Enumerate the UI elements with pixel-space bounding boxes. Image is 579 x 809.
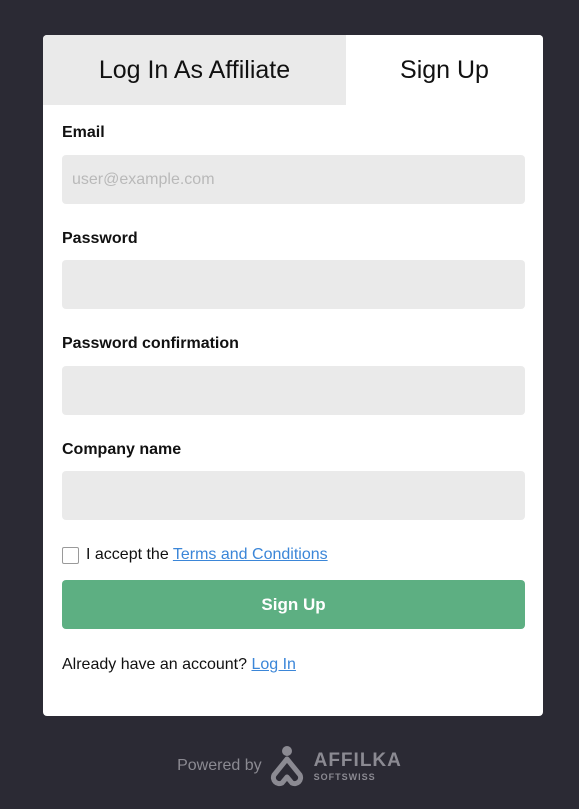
terms-checkbox[interactable] [62, 546, 79, 564]
terms-prefix: I accept the [86, 546, 169, 563]
login-prompt-text: Already have an account? [62, 656, 248, 673]
powered-by-text: Powered by [177, 757, 262, 774]
password-input[interactable] [62, 260, 525, 309]
tab-login-affiliate[interactable]: Log In As Affiliate [43, 35, 346, 105]
terms-row: I accept the Terms and Conditions [62, 545, 524, 565]
password-confirmation-field-group: Password confirmation [62, 335, 525, 415]
signup-card: Log In As Affiliate Sign Up Email Passwo… [43, 35, 543, 716]
password-confirmation-label: Password confirmation [62, 335, 239, 352]
brand-name: AFFILKA [313, 749, 402, 771]
company-name-input[interactable] [62, 471, 525, 520]
brand-subtitle: SOFTSWISS [313, 771, 376, 782]
brand-wordmark: AFFILKA SOFTSWISS [314, 751, 402, 782]
terms-text: I accept the Terms and Conditions [86, 546, 328, 564]
sign-up-button[interactable]: Sign Up [62, 580, 525, 629]
powered-by-footer: Powered by AFFILKA SOFTSWISS [0, 744, 579, 788]
login-prompt: Already have an account? Log In [62, 656, 524, 674]
company-name-field-group: Company name [62, 441, 525, 520]
auth-tabs: Log In As Affiliate Sign Up [43, 35, 543, 105]
email-label: Email [62, 124, 105, 141]
signup-form: Email Password Password confirmation Com… [43, 124, 543, 674]
login-link[interactable]: Log In [251, 656, 295, 673]
password-label: Password [62, 230, 138, 247]
password-field-group: Password [62, 230, 525, 309]
company-name-label: Company name [62, 441, 182, 458]
tab-sign-up[interactable]: Sign Up [346, 35, 543, 105]
affilka-logo-icon [270, 746, 303, 787]
password-confirmation-input[interactable] [62, 366, 525, 415]
terms-link[interactable]: Terms and Conditions [173, 546, 328, 563]
email-input[interactable] [62, 155, 525, 204]
email-field-group: Email [62, 124, 525, 204]
